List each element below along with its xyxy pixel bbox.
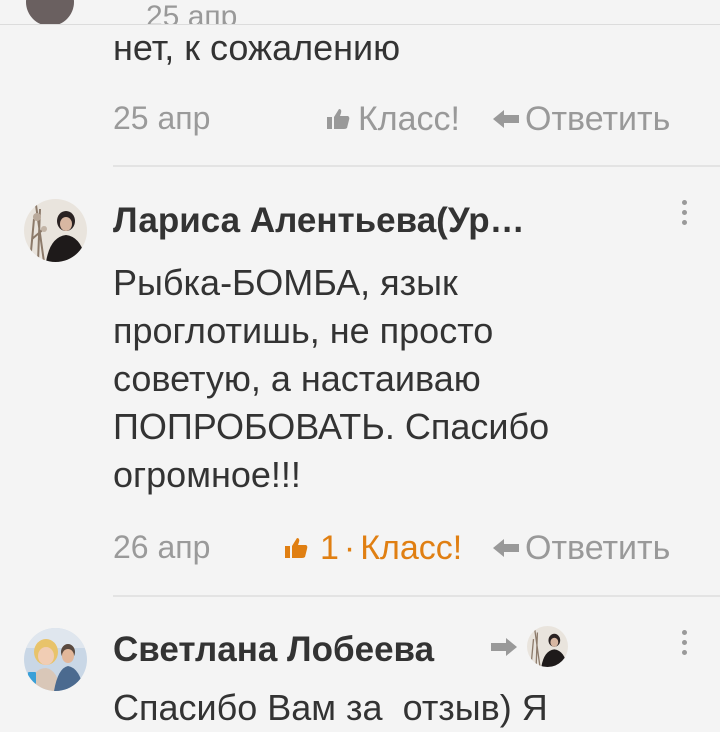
- thumbs-up-icon: [326, 108, 350, 130]
- like-button[interactable]: 1 · Класс!: [284, 531, 462, 565]
- avatar[interactable]: [24, 628, 87, 691]
- reply-button[interactable]: Ответить: [493, 531, 670, 565]
- reply-arrow-icon: [493, 109, 519, 129]
- like-label: Класс!: [358, 100, 460, 138]
- comment-author[interactable]: Светлана Лобеева: [113, 632, 434, 667]
- avatar[interactable]: [26, 0, 74, 24]
- like-button[interactable]: Класс!: [326, 102, 460, 136]
- reply-button[interactable]: Ответить: [493, 102, 670, 136]
- kebab-menu-icon[interactable]: [678, 630, 690, 655]
- avatar[interactable]: [24, 199, 87, 262]
- previous-comment-header-partial: 25 апр: [0, 0, 720, 25]
- like-count: 1: [320, 529, 339, 567]
- thumbs-up-icon: [284, 537, 308, 559]
- reply-arrow-icon: [493, 538, 519, 558]
- reply-label: Ответить: [525, 529, 671, 567]
- like-separator: ·: [343, 529, 356, 567]
- kebab-menu-icon[interactable]: [678, 200, 690, 225]
- comment-text: Рыбка-БОМБА, язык проглотишь, не просто …: [113, 262, 550, 495]
- comment-date: 26 апр: [113, 529, 211, 565]
- comment-text: Спасибо Вам за отзыв) Я: [113, 687, 548, 728]
- like-label: Класс!: [360, 529, 463, 567]
- comment-date: 25 апр: [146, 0, 238, 25]
- comment-date: 25 апр: [113, 100, 211, 136]
- avatar[interactable]: [527, 626, 568, 667]
- forward-arrow-icon: [491, 637, 517, 657]
- reply-label: Ответить: [525, 100, 671, 138]
- divider: [113, 165, 720, 167]
- divider: [113, 595, 720, 597]
- comment-text: нет, к сожалению: [113, 27, 401, 68]
- comment-author[interactable]: Лариса Алентьева(Ур…: [113, 203, 525, 238]
